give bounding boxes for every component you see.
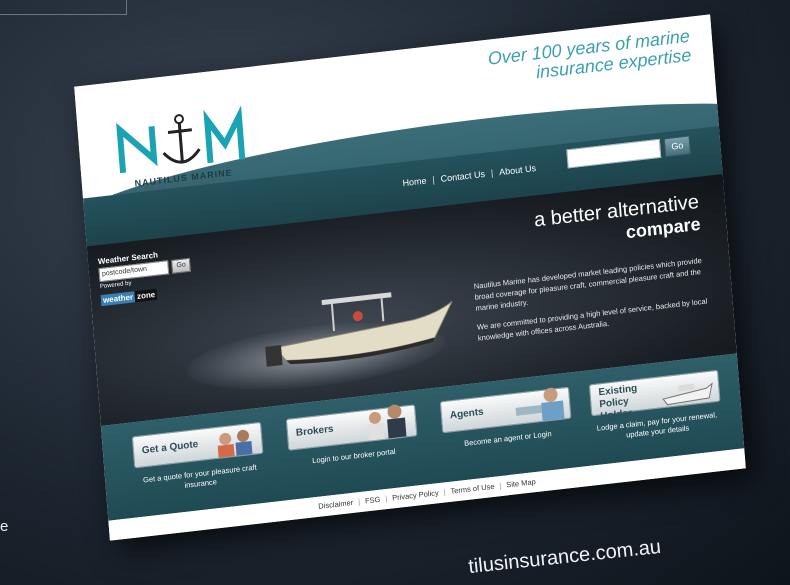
weatherzone-logo[interactable]: weather zone: [100, 288, 158, 307]
footer-separator: |: [384, 494, 388, 504]
footer-separator: |: [499, 481, 502, 491]
boat-image: [265, 292, 453, 367]
footer-terms-of-use-link[interactable]: Terms of Use: [450, 482, 495, 496]
hero-copy: Nautilus Marine has developed market lea…: [473, 254, 712, 351]
weather-search: Weather Search postcode/town Go Powered …: [98, 247, 194, 308]
card-caption: Get a quote for your pleasure craft insu…: [142, 462, 257, 490]
people-photo-icon: [367, 404, 407, 441]
get-a-quote-button[interactable]: Get a Quote: [131, 421, 264, 469]
boat-photo-icon: [662, 382, 713, 406]
tagline: Over 100 years of marine insurance exper…: [487, 26, 692, 88]
nav-separator: |: [432, 174, 436, 185]
card-label: Get a Quote: [141, 439, 199, 457]
brokers-button[interactable]: Brokers: [285, 404, 418, 451]
card-label: Agents: [449, 406, 485, 422]
nautilus-logo[interactable]: NAUTILUS MARINE BOAT INSURANCE: [109, 103, 254, 197]
agent-photo-icon: [515, 387, 565, 421]
existing-policy-holder-button[interactable]: Existing Policy Holder: [588, 369, 721, 422]
card-label: Existing Policy Holder: [598, 383, 638, 423]
card-agents: Agents Become an agent or Login: [439, 386, 573, 452]
background-edge-text: e: [0, 518, 9, 535]
footer-privacy-policy-link[interactable]: Privacy Policy: [392, 488, 439, 502]
background-frame: [0, 0, 127, 15]
site-search-go-button[interactable]: Go: [663, 135, 692, 158]
nav-separator: |: [490, 167, 494, 179]
background-url-text: tilusinsurance.com.au: [467, 535, 663, 579]
weatherzone-logo-part1: weather: [100, 291, 136, 307]
card-label: Brokers: [295, 423, 334, 439]
website-screenshot: Over 100 years of marine insurance exper…: [74, 14, 746, 541]
card-brokers: Brokers Login to our broker portal: [285, 404, 419, 469]
footer-fsg-link[interactable]: FSG: [365, 495, 381, 506]
footer-site-map-link[interactable]: Site Map: [506, 477, 536, 489]
footer-separator: |: [443, 487, 446, 497]
weatherzone-logo-part2: zone: [134, 288, 158, 303]
people-photo-icon: [217, 429, 253, 458]
footer-separator: |: [357, 497, 361, 507]
hero-title: a better alternative compare: [533, 191, 701, 254]
card-get-a-quote: Get a Quote Get a quote for your pleasur…: [131, 421, 266, 497]
agents-button[interactable]: Agents: [439, 386, 572, 434]
weather-go-button[interactable]: Go: [171, 257, 192, 274]
card-existing-policy-holder: Existing Policy Holder Lodge a claim, pa…: [588, 369, 723, 445]
footer-disclaimer-link[interactable]: Disclaimer: [318, 498, 353, 511]
